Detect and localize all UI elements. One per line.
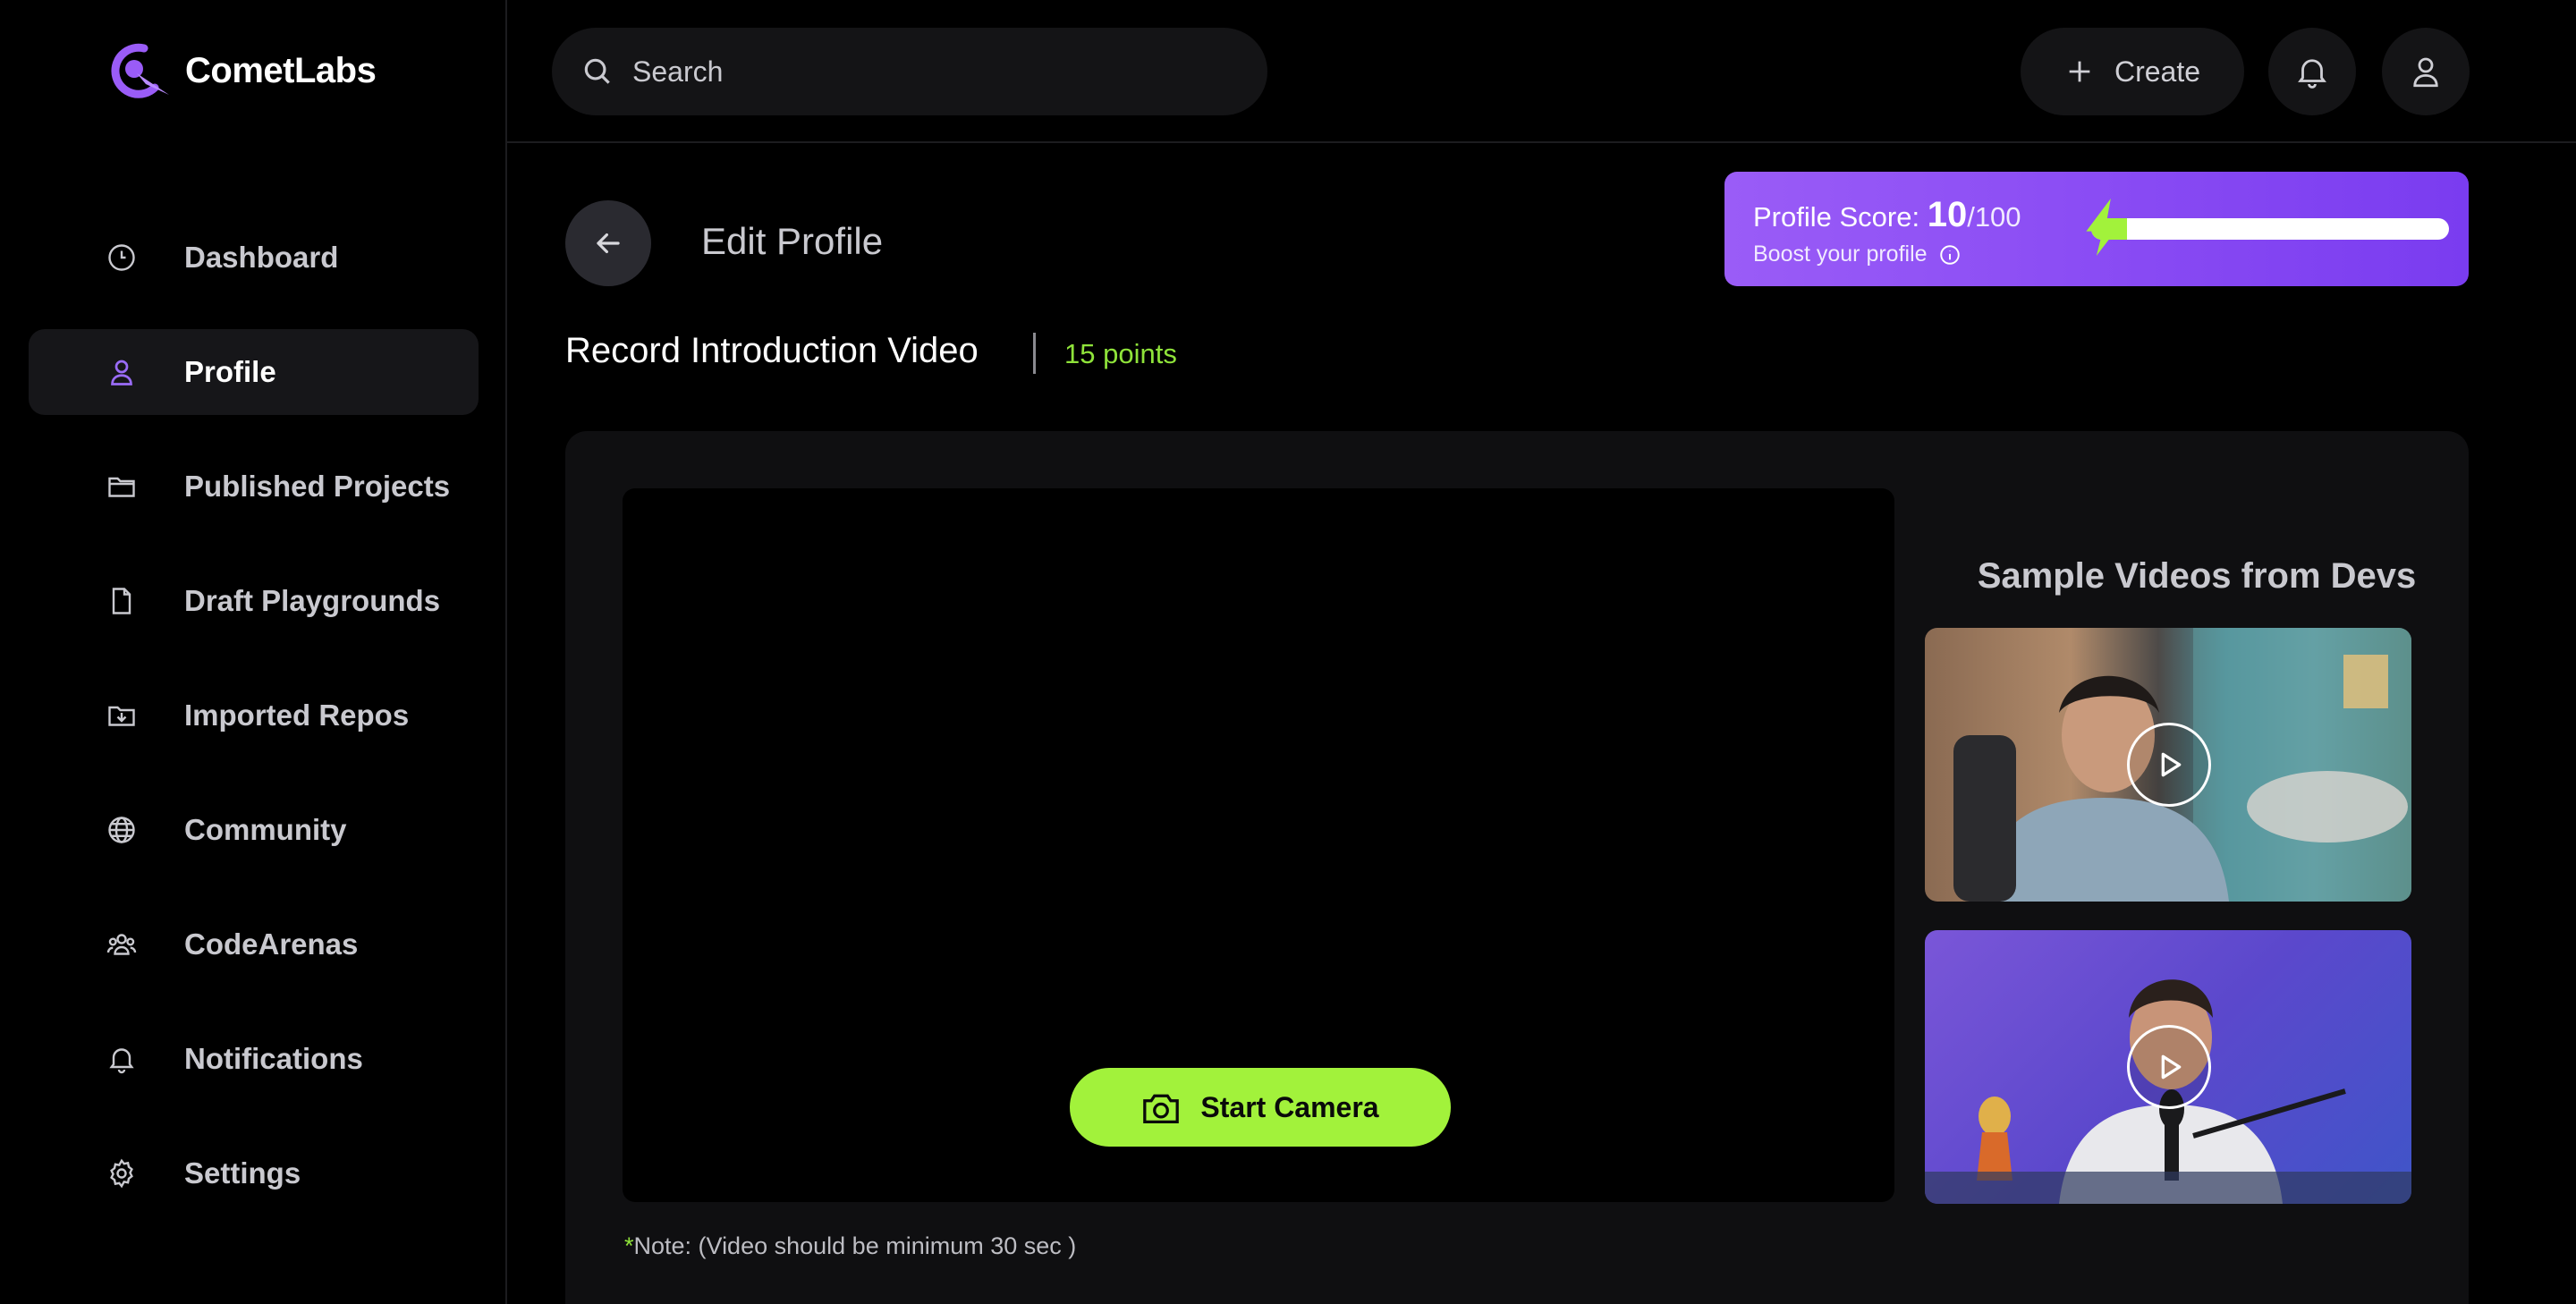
lightning-icon bbox=[2086, 199, 2123, 256]
create-label: Create bbox=[2114, 55, 2201, 88]
app-logo[interactable]: CometLabs bbox=[105, 41, 377, 100]
app-name: CometLabs bbox=[185, 50, 377, 90]
boost-profile[interactable]: Boost your profile bbox=[1753, 241, 1962, 267]
play-button[interactable] bbox=[2127, 1025, 2211, 1109]
folder-download-icon bbox=[108, 706, 135, 726]
video-preview: Start Camera bbox=[623, 488, 1894, 1202]
globe-icon bbox=[108, 817, 135, 843]
sidebar-item-label: Community bbox=[184, 813, 347, 846]
profile-score-max: /100 bbox=[1967, 201, 2021, 233]
arrow-left-icon bbox=[597, 233, 620, 254]
start-camera-button[interactable]: Start Camera bbox=[1070, 1068, 1451, 1147]
sidebar-item-dashboard[interactable]: Dashboard bbox=[29, 215, 479, 301]
sidebar-item-published-projects[interactable]: Published Projects bbox=[29, 444, 479, 529]
back-button[interactable] bbox=[565, 200, 651, 286]
profile-score-label: Profile Score: bbox=[1753, 201, 1920, 233]
create-button[interactable]: Create bbox=[2021, 28, 2244, 115]
gear-icon bbox=[110, 1158, 133, 1189]
start-camera-label: Start Camera bbox=[1200, 1090, 1379, 1123]
sidebar-item-label: Profile bbox=[184, 355, 276, 388]
folder-icon bbox=[108, 477, 135, 497]
sidebar: CometLabs Dashboard Profile Published Pr… bbox=[0, 0, 507, 1304]
sidebar-item-label: CodeArenas bbox=[184, 927, 359, 961]
plus-icon bbox=[2069, 61, 2090, 82]
users-icon bbox=[106, 934, 137, 955]
sidebar-item-label: Dashboard bbox=[184, 241, 339, 274]
sidebar-item-draft-playgrounds[interactable]: Draft Playgrounds bbox=[29, 558, 479, 644]
user-icon bbox=[111, 360, 132, 385]
camera-icon bbox=[1143, 1094, 1180, 1123]
profile-score: Profile Score: 10/100 bbox=[1753, 195, 2021, 235]
search-input[interactable] bbox=[632, 55, 1214, 89]
section-title: Record Introduction Video bbox=[565, 331, 979, 370]
video-recorder-panel: Start Camera *Note: (Video should be min… bbox=[565, 431, 2469, 1304]
boost-profile-text: Boost your profile bbox=[1753, 241, 1928, 267]
sidebar-nav: Dashboard Profile Published Projects Dra… bbox=[29, 215, 479, 1245]
points-badge: 15 points bbox=[1064, 338, 1177, 369]
topbar: Create bbox=[507, 0, 2576, 143]
play-icon bbox=[2161, 752, 2182, 777]
bell-icon bbox=[2298, 59, 2326, 89]
sidebar-item-profile[interactable]: Profile bbox=[29, 329, 479, 415]
search-bar[interactable] bbox=[552, 28, 1267, 115]
user-icon bbox=[2413, 57, 2438, 88]
samples-title: Sample Videos from Devs bbox=[1977, 556, 2417, 596]
sidebar-item-label: Notifications bbox=[184, 1042, 363, 1075]
sidebar-item-label: Published Projects bbox=[184, 470, 451, 503]
play-button[interactable] bbox=[2127, 723, 2211, 807]
video-note: *Note: (Video should be minimum 30 sec ) bbox=[624, 1232, 1076, 1260]
sidebar-item-label: Settings bbox=[184, 1156, 301, 1190]
profile-score-card[interactable]: Profile Score: 10/100 Boost your profile bbox=[1724, 172, 2469, 286]
comet-logo-icon bbox=[111, 43, 169, 98]
note-text: Note: (Video should be minimum 30 sec ) bbox=[633, 1232, 1077, 1259]
sidebar-item-label: Draft Playgrounds bbox=[184, 584, 441, 617]
profile-score-progress bbox=[2091, 218, 2449, 240]
page-title: Edit Profile bbox=[701, 220, 884, 262]
info-icon[interactable] bbox=[1938, 243, 1962, 267]
title-divider bbox=[1033, 333, 1036, 374]
note-asterisk: * bbox=[624, 1232, 634, 1259]
sidebar-item-community[interactable]: Community bbox=[29, 787, 479, 873]
notifications-button[interactable] bbox=[2268, 28, 2356, 115]
user-menu-button[interactable] bbox=[2382, 28, 2470, 115]
search-icon bbox=[584, 58, 610, 84]
sidebar-item-label: Imported Repos bbox=[184, 699, 410, 732]
play-icon bbox=[2161, 1054, 2182, 1080]
profile-score-value: 10 bbox=[1927, 195, 1968, 234]
sidebar-item-settings[interactable]: Settings bbox=[29, 1130, 479, 1216]
sample-video-thumbnail[interactable] bbox=[1925, 628, 2411, 902]
sidebar-item-codearenas[interactable]: CodeArenas bbox=[29, 902, 479, 987]
bell-icon bbox=[109, 1048, 134, 1074]
file-icon bbox=[112, 588, 131, 614]
sidebar-item-imported-repos[interactable]: Imported Repos bbox=[29, 673, 479, 758]
sample-video-thumbnail[interactable] bbox=[1925, 930, 2411, 1204]
clock-icon bbox=[108, 244, 135, 271]
sidebar-item-notifications[interactable]: Notifications bbox=[29, 1016, 479, 1102]
